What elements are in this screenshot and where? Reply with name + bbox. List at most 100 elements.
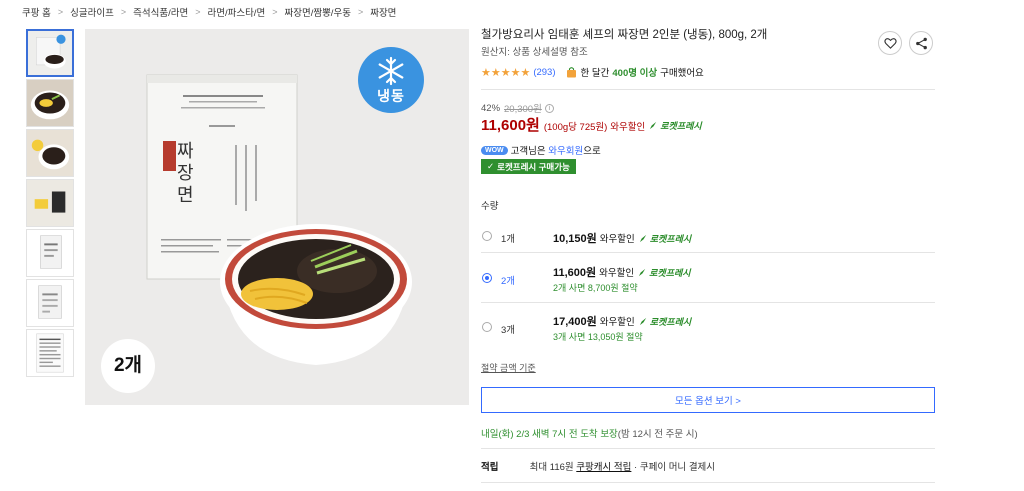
rocket-icon xyxy=(639,317,646,325)
package-char: 면 xyxy=(177,185,194,206)
info-icon[interactable]: i xyxy=(544,103,554,113)
sale-price: 11,600원 xyxy=(481,117,540,134)
wishlist-button[interactable] xyxy=(878,31,902,55)
rating-row: ★★★★★ (293) 한 달간 400명 이상 구매했어요 xyxy=(481,65,704,80)
share-button[interactable] xyxy=(909,31,933,55)
rocket-available-badge: ✓ 로켓프레시 구매가능 xyxy=(481,159,576,174)
option-price-row: 10,150원 와우할인 로켓프레시 xyxy=(553,230,691,246)
main-product-image[interactable]: 짜 장 면 냉동 2개 xyxy=(85,29,469,405)
rocket-icon xyxy=(639,234,646,242)
breadcrumb: 쿠팡 홈 > 싱글라이프 > 즉석식품/라면 > 라면/파스타/면 > 짜장면/… xyxy=(22,5,396,19)
thumbnail-1[interactable] xyxy=(26,29,74,77)
wow-member-link[interactable]: 와우회원 xyxy=(548,143,583,157)
radio-3[interactable] xyxy=(482,322,492,332)
rocket-label: 로켓프레시 xyxy=(649,267,691,278)
breadcrumb-jjajang-jjamppong[interactable]: 짜장면/짬뽕/우동 xyxy=(284,5,350,19)
rocket-fresh-badge: 로켓프레시 xyxy=(639,315,691,328)
unit-price: (100g당 725원) xyxy=(543,122,608,133)
points-label: 적립 xyxy=(481,462,499,473)
option-tag: 와우할인 xyxy=(599,317,635,328)
option-price-row: 11,600원 와우할인 로켓프레시 xyxy=(553,264,691,280)
wow-text-pre: 고객님은 xyxy=(510,146,546,157)
count-badge: 2개 xyxy=(101,339,155,393)
thumbnail-4[interactable] xyxy=(26,179,74,227)
option-tag: 와우할인 xyxy=(599,268,635,279)
breadcrumb-separator: > xyxy=(195,7,201,17)
price-row: 11,600원 (100g당 725원) 와우할인 로켓프레시 xyxy=(481,114,702,135)
quantity-option-3[interactable]: 3개 17,400원 와우할인 로켓프레시 3개 사면 13,050원 절약 xyxy=(481,313,935,361)
option-savings: 3개 사면 13,050원 절약 xyxy=(553,332,643,342)
wow-text-post: 으로 xyxy=(583,146,601,157)
rocket-label: 로켓프레시 xyxy=(649,233,692,244)
breadcrumb-separator: > xyxy=(120,7,127,17)
origin-value: 상품 상세설명 참조 xyxy=(512,47,588,58)
snowflake-icon xyxy=(378,56,404,86)
bought-prefix: 한 달간 xyxy=(580,68,610,79)
breadcrumb-separator: > xyxy=(57,7,64,17)
package-char: 짜 xyxy=(177,141,194,162)
radio-2[interactable] xyxy=(482,273,492,283)
option-qty: 3개 xyxy=(501,325,516,336)
thumbnail-7[interactable] xyxy=(26,329,74,377)
package-char: 장 xyxy=(177,163,194,184)
thumbnail-3[interactable] xyxy=(26,129,74,177)
thumbnail-list xyxy=(26,29,74,379)
rocket-icon xyxy=(650,121,657,130)
package-title: 짜 장 면 xyxy=(177,141,199,207)
rocket-available-label: 로켓프레시 구매가능 xyxy=(497,161,570,172)
breadcrumb-separator: > xyxy=(272,7,278,17)
wow-member-row: WOW 고객님은 와우회원 으로 xyxy=(481,143,601,157)
savings-basis-link[interactable]: 절약 금액 기준 xyxy=(481,361,536,374)
review-count-link[interactable]: (293) xyxy=(533,67,555,78)
breadcrumb-noodles[interactable]: 라면/파스타/면 xyxy=(207,5,265,19)
breadcrumb-separator: > xyxy=(357,7,364,17)
original-price: 20,300원 xyxy=(504,104,542,115)
frozen-badge: 냉동 xyxy=(358,47,424,113)
points-condition: · 쿠페이 머니 결제시 xyxy=(634,462,716,473)
option-divider xyxy=(481,252,935,253)
radio-1[interactable] xyxy=(482,231,492,241)
delivery-note: (밤 12시 전 주문 시) xyxy=(617,429,698,440)
discount-row: 42% 20,300원 i xyxy=(481,101,554,115)
breadcrumb-home[interactable]: 쿠팡 홈 xyxy=(22,5,51,19)
star-rating: ★★★★★ xyxy=(481,66,531,79)
share-icon xyxy=(915,37,927,49)
divider xyxy=(481,448,935,449)
thumbnail-5[interactable] xyxy=(26,229,74,277)
bag-icon xyxy=(566,67,576,78)
view-all-options-button[interactable]: 모든 옵션 보기 > xyxy=(481,387,935,413)
coupang-cash-link[interactable]: 쿠팡캐시 적립 xyxy=(576,462,631,473)
wow-discount-tag: 와우할인 xyxy=(610,122,646,133)
option-savings: 2개 사면 8,700원 절약 xyxy=(553,283,638,293)
rocket-icon xyxy=(639,268,646,276)
option-tag: 와우할인 xyxy=(599,234,635,245)
divider xyxy=(481,482,935,483)
option-price: 17,400원 xyxy=(553,316,597,328)
option-divider xyxy=(481,302,935,303)
thumbnail-2[interactable] xyxy=(26,79,74,127)
option-price-row: 17,400원 와우할인 로켓프레시 xyxy=(553,313,691,329)
heart-icon xyxy=(883,37,897,49)
quantity-option-2[interactable]: 2개 11,600원 와우할인 로켓프레시 2개 사면 8,700원 절약 xyxy=(481,264,935,312)
rocket-fresh-badge: 로켓프레시 xyxy=(639,232,691,245)
wow-pill: WOW xyxy=(481,145,508,155)
rocket-fresh-badge: 로켓프레시 xyxy=(638,266,691,279)
rocket-label: 로켓프레시 xyxy=(660,121,702,131)
thumbnail-6[interactable] xyxy=(26,279,74,327)
discount-percent: 42% xyxy=(481,102,501,114)
breadcrumb-instant-food[interactable]: 즉석식품/라면 xyxy=(133,5,188,19)
quantity-label: 수량 xyxy=(481,201,499,212)
option-qty: 1개 xyxy=(501,234,516,245)
option-qty: 2개 xyxy=(501,276,516,287)
delivery-info: 내일(화) 2/3 새벽 7시 전 도착 보장(밤 12시 전 주문 시) xyxy=(481,426,698,440)
frozen-label: 냉동 xyxy=(377,88,405,104)
breadcrumb-single-life[interactable]: 싱글라이프 xyxy=(70,5,114,19)
breadcrumb-jjajangmyeon[interactable]: 짜장면 xyxy=(370,5,396,19)
origin-label: 원산지: xyxy=(481,47,510,58)
divider xyxy=(481,89,935,90)
option-price: 11,600원 xyxy=(553,267,597,279)
points-amount: 최대 116원 xyxy=(529,462,574,473)
delivery-guarantee: 내일(화) 2/3 새벽 7시 전 도착 보장 xyxy=(481,429,618,440)
points-row: 적립 최대 116원 쿠팡캐시 적립 · 쿠페이 머니 결제시 xyxy=(481,459,715,473)
product-title: 철가방요리사 임태훈 셰프의 짜장면 2인분 (냉동), 800g, 2개 xyxy=(481,29,768,41)
